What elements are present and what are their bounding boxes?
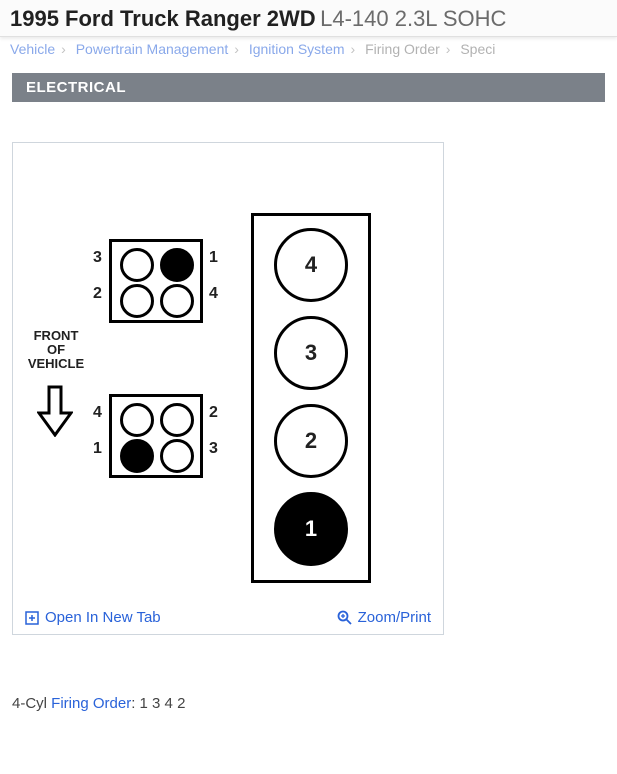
zoom-print-link[interactable]: Zoom/Print [337, 609, 431, 626]
terminal-circle [120, 439, 154, 473]
crumb-item[interactable]: Ignition System [249, 41, 345, 57]
coil-pack-bottom [109, 394, 203, 478]
terminal-circle [160, 248, 194, 282]
firing-order-link[interactable]: Firing Order [51, 695, 131, 712]
firing-order-diagram: FRONT OF VEHICLE 3 1 2 4 4 2 [13, 143, 443, 603]
engine-spec: L4-140 2.3L SOHC [320, 6, 506, 31]
front-of-vehicle-label: FRONT OF VEHICLE [23, 329, 89, 371]
terminal-label: 1 [93, 440, 102, 458]
terminal-label: 4 [93, 404, 102, 422]
crumb-item[interactable]: Powertrain Management [76, 41, 229, 57]
title-bar: 1995 Ford Truck Ranger 2WD L4-140 2.3L S… [0, 0, 617, 37]
cylinder-block: 4 3 2 1 [251, 213, 371, 583]
zoom-icon [337, 610, 352, 625]
terminal-circle [160, 284, 194, 318]
section-heading: ELECTRICAL [12, 73, 605, 102]
cylinder-circle: 4 [274, 228, 348, 302]
terminal-label: 3 [209, 440, 218, 458]
terminal-label: 2 [93, 285, 102, 303]
terminal-label: 2 [209, 404, 218, 422]
crumb-item[interactable]: Vehicle [10, 41, 55, 57]
terminal-label: 1 [209, 249, 218, 267]
open-new-tab-link[interactable]: Open In New Tab [25, 609, 161, 626]
terminal-circle [120, 284, 154, 318]
down-arrow-icon [37, 385, 73, 442]
coil-pack-top [109, 239, 203, 323]
cylinder-circle: 2 [274, 404, 348, 478]
vehicle-title: 1995 Ford Truck Ranger 2WD [10, 6, 316, 31]
crumb-item: Speci [460, 41, 495, 57]
open-new-tab-icon [25, 611, 39, 625]
terminal-circle [120, 248, 154, 282]
cylinder-circle: 1 [274, 492, 348, 566]
diagram-card: FRONT OF VEHICLE 3 1 2 4 4 2 [12, 142, 444, 635]
terminal-circle [160, 403, 194, 437]
breadcrumb: Vehicle› Powertrain Management› Ignition… [0, 37, 617, 63]
crumb-item: Firing Order [365, 41, 440, 57]
terminal-circle [160, 439, 194, 473]
terminal-label: 4 [209, 285, 218, 303]
firing-order-text: 4-Cyl Firing Order: 1 3 4 2 [12, 695, 605, 712]
terminal-label: 3 [93, 249, 102, 267]
terminal-circle [120, 403, 154, 437]
cylinder-circle: 3 [274, 316, 348, 390]
diagram-footer: Open In New Tab Zoom/Print [13, 603, 443, 634]
